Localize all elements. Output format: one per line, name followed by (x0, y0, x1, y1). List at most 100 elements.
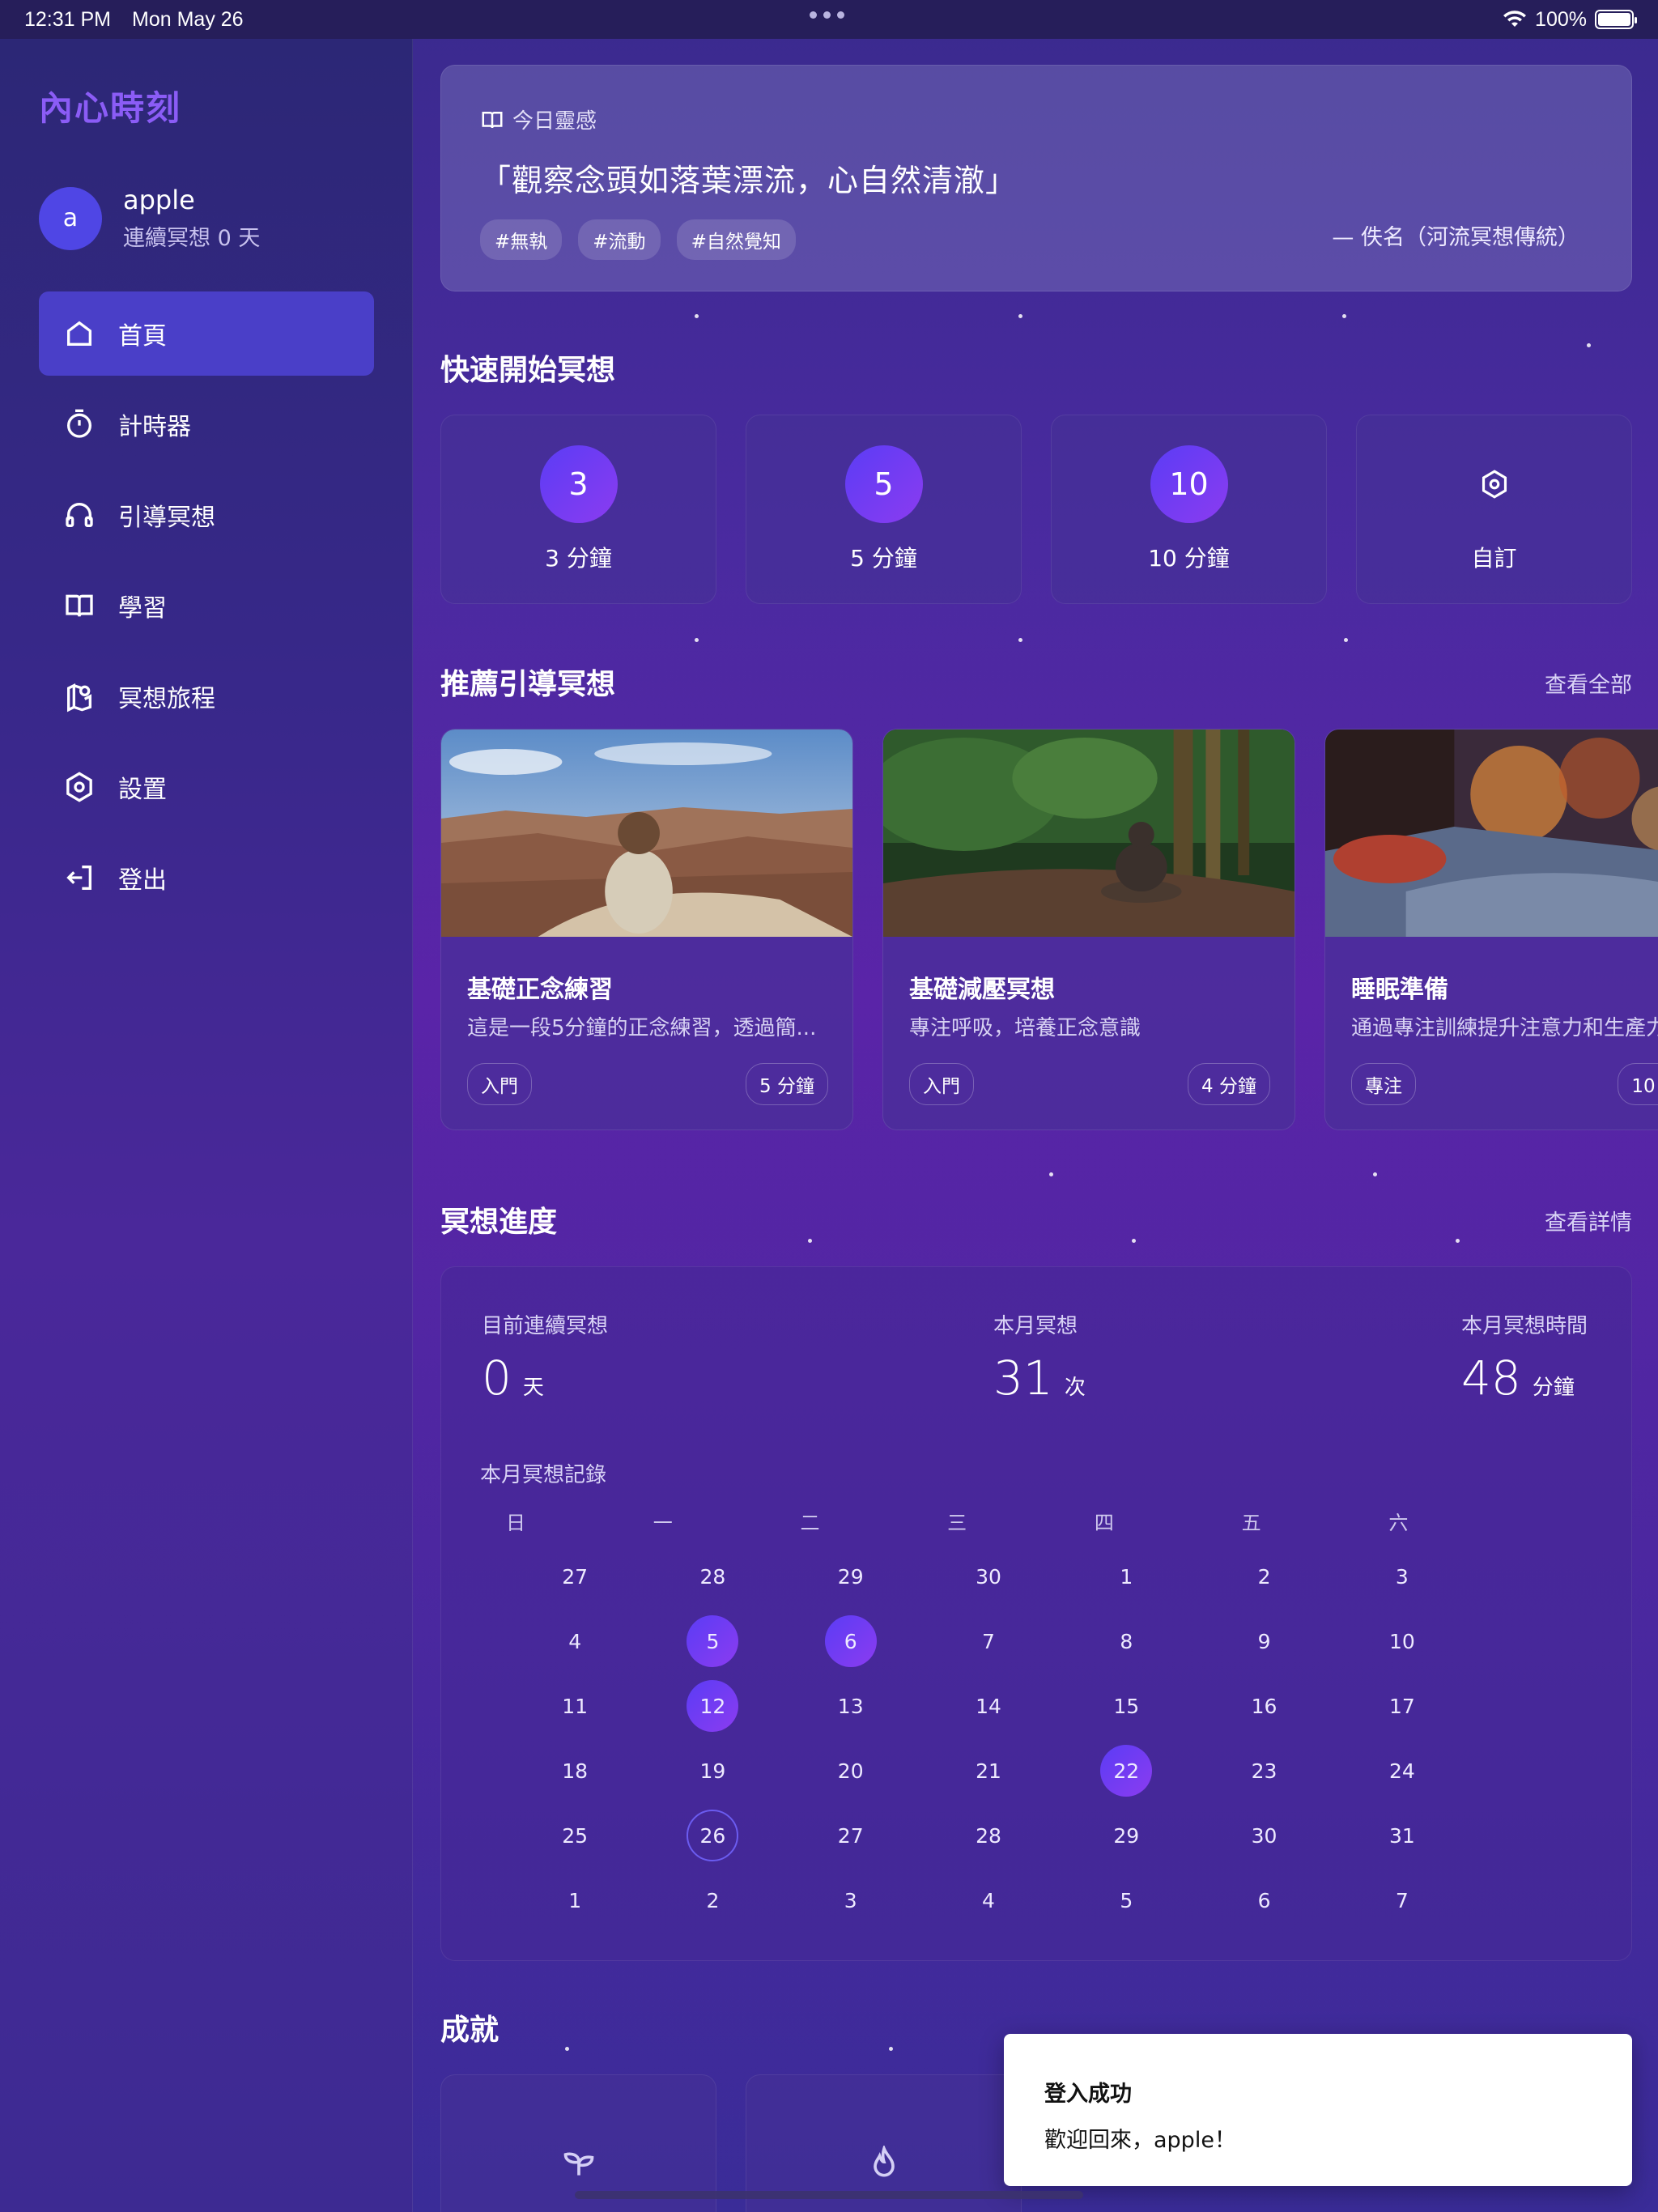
sidebar-item-journey[interactable]: 冥想旅程 (39, 654, 374, 738)
calendar-day[interactable]: 1 (506, 1874, 644, 1926)
star-decoration (1456, 1239, 1460, 1243)
stat-unit: 分鐘 (1532, 1376, 1575, 1400)
calendar-day-number: 27 (562, 1564, 589, 1589)
quote-text: 「觀察念頭如落葉漂流，心自然清澈」 (480, 163, 1018, 198)
view-details-link[interactable]: 查看詳情 (1545, 1205, 1632, 1236)
calendar-day[interactable]: 10 (1333, 1615, 1471, 1667)
calendar-day[interactable]: 17 (1333, 1680, 1471, 1732)
calendar-day[interactable]: 27 (506, 1551, 644, 1602)
calendar-day[interactable]: 20 (782, 1745, 920, 1797)
calendar-day[interactable]: 26 (644, 1810, 781, 1861)
sidebar-item-home[interactable]: 首頁 (39, 291, 374, 376)
calendar-day[interactable]: 7 (920, 1615, 1057, 1667)
quote-tag[interactable]: #無執 (480, 219, 563, 260)
sidebar-item-guided[interactable]: 引導冥想 (39, 473, 374, 557)
recommended-card[interactable]: 基礎正念練習 這是一段5分鐘的正念練習，透過簡... 入門 5 分鐘 (440, 729, 853, 1130)
sidebar: 內心時刻 a apple 連續冥想 0 天 首頁 計時器 引導冥想 學習 冥想旅… (0, 39, 413, 2212)
progress-title: 冥想進度 (440, 1206, 558, 1239)
recommended-card-desc: 專注呼吸，培養正念意識 (909, 1016, 1141, 1040)
calendar-day[interactable]: 16 (1195, 1680, 1333, 1732)
calendar-day[interactable]: 13 (782, 1680, 920, 1732)
quick-start-10min-button[interactable]: 10 10 分鐘 (1051, 415, 1327, 604)
home-indicator[interactable] (575, 2191, 1083, 2199)
calendar-day[interactable]: 30 (920, 1551, 1057, 1602)
calendar-day[interactable]: 5 (1057, 1874, 1195, 1926)
calendar-day[interactable]: 28 (644, 1551, 781, 1602)
calendar-day-number: 4 (982, 1888, 995, 1912)
canyon-meditation-image (441, 730, 852, 937)
calendar-day-number: 6 (824, 1615, 877, 1667)
sidebar-item-logout[interactable]: 登出 (39, 836, 374, 920)
calendar-day[interactable]: 29 (1057, 1810, 1195, 1861)
calendar-day[interactable]: 2 (1195, 1551, 1333, 1602)
flame-icon (873, 2146, 895, 2177)
calendar-day[interactable]: 31 (1333, 1810, 1471, 1861)
calendar-day[interactable]: 30 (1195, 1810, 1333, 1861)
calendar-day-number: 30 (1251, 1823, 1278, 1848)
weekday-label: 四 (1094, 1512, 1114, 1534)
recommended-carousel[interactable]: 基礎正念練習 這是一段5分鐘的正念練習，透過簡... 入門 5 分鐘 基礎減壓冥… (440, 729, 1658, 1134)
sidebar-item-settings[interactable]: 設置 (39, 745, 374, 829)
calendar-day[interactable]: 3 (782, 1874, 920, 1926)
weekday-label: 五 (1241, 1512, 1261, 1534)
sidebar-item-timer[interactable]: 計時器 (39, 382, 374, 466)
quick-start-3min-button[interactable]: 3 3 分鐘 (440, 415, 716, 604)
calendar-day[interactable]: 6 (782, 1615, 920, 1667)
calendar-day[interactable]: 1 (1057, 1551, 1195, 1602)
quote-tag[interactable]: #自然覺知 (676, 219, 796, 260)
calendar-day[interactable]: 2 (644, 1874, 781, 1926)
quick-start-circle: 10 (1150, 445, 1228, 523)
stat-label: 本月冥想 (993, 1314, 1078, 1338)
star-decoration (1344, 638, 1348, 642)
quick-start-label: 5 分鐘 (850, 545, 917, 572)
star-decoration (695, 314, 699, 318)
quick-start-circle (1456, 445, 1533, 523)
calendar-day[interactable]: 3 (1333, 1551, 1471, 1602)
quote-tag[interactable]: #流動 (578, 219, 661, 260)
recommended-card[interactable]: 基礎減壓冥想 專注呼吸，培養正念意識 入門 4 分鐘 (882, 729, 1295, 1130)
calendar-day[interactable]: 29 (782, 1551, 920, 1602)
recommended-card-title: 基礎正念練習 (467, 976, 613, 1004)
calendar-day[interactable]: 12 (644, 1680, 781, 1732)
stat-month-minutes: 本月冥想時間 48 分鐘 (1461, 1309, 1588, 1406)
multitasking-dots-icon[interactable] (810, 11, 844, 19)
login-success-toast[interactable]: 登入成功 歡迎回來，apple！ (1004, 2034, 1632, 2186)
calendar-day[interactable]: 4 (920, 1874, 1057, 1926)
sidebar-nav: 首頁 計時器 引導冥想 學習 冥想旅程 設置 登出 (39, 291, 374, 926)
calendar-day[interactable]: 19 (644, 1745, 781, 1797)
view-all-link[interactable]: 查看全部 (1545, 667, 1632, 699)
calendar-day[interactable]: 4 (506, 1615, 644, 1667)
calendar-day[interactable]: 21 (920, 1745, 1057, 1797)
calendar-day[interactable]: 22 (1057, 1745, 1195, 1797)
calendar-day[interactable]: 24 (1333, 1745, 1471, 1797)
level-badge: 入門 (909, 1063, 974, 1105)
calendar-day-number: 4 (568, 1629, 582, 1653)
calendar-day[interactable]: 8 (1057, 1615, 1195, 1667)
star-decoration (1587, 343, 1591, 347)
calendar-day[interactable]: 27 (782, 1810, 920, 1861)
calendar-day[interactable]: 15 (1057, 1680, 1195, 1732)
quick-start-custom-button[interactable]: 自訂 (1356, 415, 1632, 604)
calendar-day[interactable]: 23 (1195, 1745, 1333, 1797)
star-decoration (808, 1239, 812, 1243)
user-profile[interactable]: a apple 連續冥想 0 天 (39, 185, 260, 252)
duration-badge: 4 分鐘 (1188, 1063, 1270, 1105)
calendar-day[interactable]: 28 (920, 1810, 1057, 1861)
calendar-day[interactable]: 18 (506, 1745, 644, 1797)
stat-streak: 目前連續冥想 0天 (482, 1309, 608, 1406)
quick-start-5min-button[interactable]: 5 5 分鐘 (746, 415, 1022, 604)
recommended-card[interactable]: 睡眠準備 通過專注訓練提升注意力和生產力 專注 10 分鐘 (1324, 729, 1658, 1130)
calendar-day[interactable]: 5 (644, 1615, 781, 1667)
calendar-day[interactable]: 9 (1195, 1615, 1333, 1667)
calendar-day[interactable]: 7 (1333, 1874, 1471, 1926)
sidebar-item-learn[interactable]: 學習 (39, 564, 374, 648)
daily-inspiration-card: 今日靈感 「觀察念頭如落葉漂流，心自然清澈」 #無執 #流動 #自然覺知 — 佚… (440, 65, 1632, 291)
calendar-day[interactable]: 14 (920, 1680, 1057, 1732)
calendar-day[interactable]: 6 (1195, 1874, 1333, 1926)
sidebar-item-label: 冥想旅程 (118, 685, 215, 713)
calendar-day[interactable]: 11 (506, 1680, 644, 1732)
calendar-day[interactable]: 25 (506, 1810, 644, 1861)
calendar-day-number: 1 (568, 1888, 582, 1912)
achievements-title: 成就 (440, 2014, 500, 2047)
calendar-day-number: 3 (1395, 1564, 1409, 1589)
